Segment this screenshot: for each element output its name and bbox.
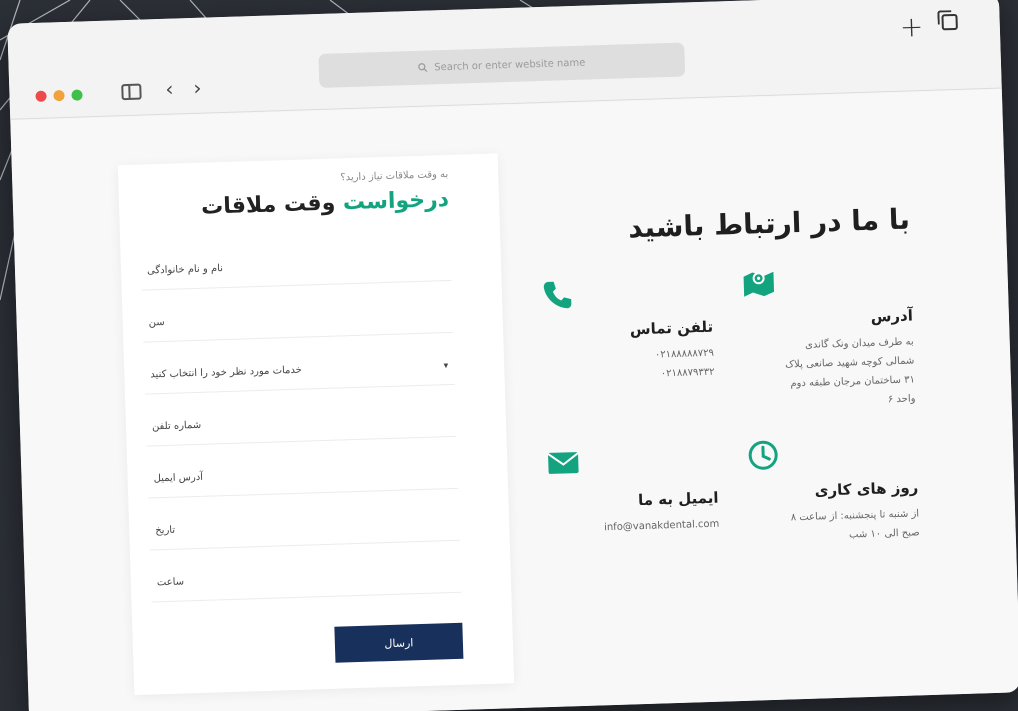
clock-icon	[748, 440, 778, 470]
phone-field[interactable]: شماره تلفن	[145, 398, 457, 447]
phone-text: ۰۲۱۸۸۸۸۸۷۲۹ ۰۲۱۸۸۷۹۳۳۲	[544, 344, 715, 387]
browser-window: ‹ › Search or enter website name + به وق…	[7, 0, 1018, 711]
email-link[interactable]: info@vanakdental.com	[604, 515, 720, 538]
sidebar-icon[interactable]	[121, 83, 142, 101]
address-title: آدرس	[870, 306, 914, 326]
contact-title: با ما در ارتباط باشید	[627, 202, 911, 245]
time-field[interactable]: ساعت	[150, 554, 462, 603]
address-block: آدرس به طرف میدان ونک گاندی شمالی کوچه ش…	[741, 262, 916, 413]
chevron-right-icon[interactable]: ›	[193, 76, 202, 100]
phone-title: تلفن تماس	[629, 317, 714, 339]
form-title: درخواست وقت ملاقات	[201, 187, 450, 220]
hours-line: صبح الی ۱۰ شب	[848, 527, 920, 541]
tabs-icon[interactable]	[941, 13, 958, 31]
form-title-rest: وقت ملاقات	[200, 190, 336, 220]
email-title: ایمیل به ما	[637, 488, 719, 510]
phone-icon	[543, 281, 572, 309]
address-text: به طرف میدان ونک گاندی شمالی کوچه شهید ص…	[743, 332, 916, 413]
form-title-accent: درخواست	[342, 186, 450, 216]
service-select-value: خدمات مورد نظر خود را انتخاب کنید	[150, 364, 303, 381]
hours-text: از شنبه تا پنجشنبه: از ساعت ۸ صبح الی ۱۰…	[749, 504, 920, 547]
address-line: واحد ۶	[887, 393, 916, 406]
zoom-window-button[interactable]	[71, 89, 83, 101]
submit-button[interactable]: ارسال	[334, 622, 464, 663]
name-field[interactable]: نام و نام خانوادگی	[140, 242, 452, 291]
email-block: ایمیل به ما info@vanakdental.com	[547, 445, 720, 539]
plus-icon[interactable]: +	[899, 10, 923, 44]
email-text: info@vanakdental.com	[549, 515, 720, 539]
phone-block: تلفن تماس ۰۲۱۸۸۸۸۸۷۲۹ ۰۲۱۸۸۷۹۳۳۲	[542, 274, 715, 387]
appointment-form: به وقت ملاقات نیاز دارید؟ درخواست وقت مل…	[117, 153, 515, 696]
phone-number[interactable]: ۰۲۱۸۸۷۹۳۳۲	[544, 363, 715, 387]
address-placeholder: Search or enter website name	[434, 57, 586, 73]
email-field[interactable]: آدرس ایمیل	[147, 450, 459, 499]
minimize-window-button[interactable]	[53, 89, 65, 102]
page-content: به وقت ملاقات نیاز دارید؟ درخواست وقت مل…	[10, 89, 1018, 711]
address-bar[interactable]: Search or enter website name	[318, 42, 686, 88]
map-icon	[743, 271, 775, 297]
window-controls	[35, 89, 83, 102]
age-field[interactable]: سن	[142, 294, 454, 343]
date-field[interactable]: تاریخ	[148, 502, 460, 551]
chevron-left-icon[interactable]: ‹	[165, 77, 174, 101]
chevron-down-icon: ▾	[443, 360, 449, 371]
envelope-icon	[547, 452, 579, 474]
hours-title: روز های کاری	[814, 478, 919, 500]
hours-block: روز های کاری از شنبه تا پنجشنبه: از ساعت…	[747, 434, 920, 547]
service-select[interactable]: خدمات مورد نظر خود را انتخاب کنید ▾	[143, 346, 455, 395]
form-question: به وقت ملاقات نیاز دارید؟	[340, 168, 449, 184]
search-icon	[418, 63, 428, 73]
close-window-button[interactable]	[35, 90, 47, 102]
